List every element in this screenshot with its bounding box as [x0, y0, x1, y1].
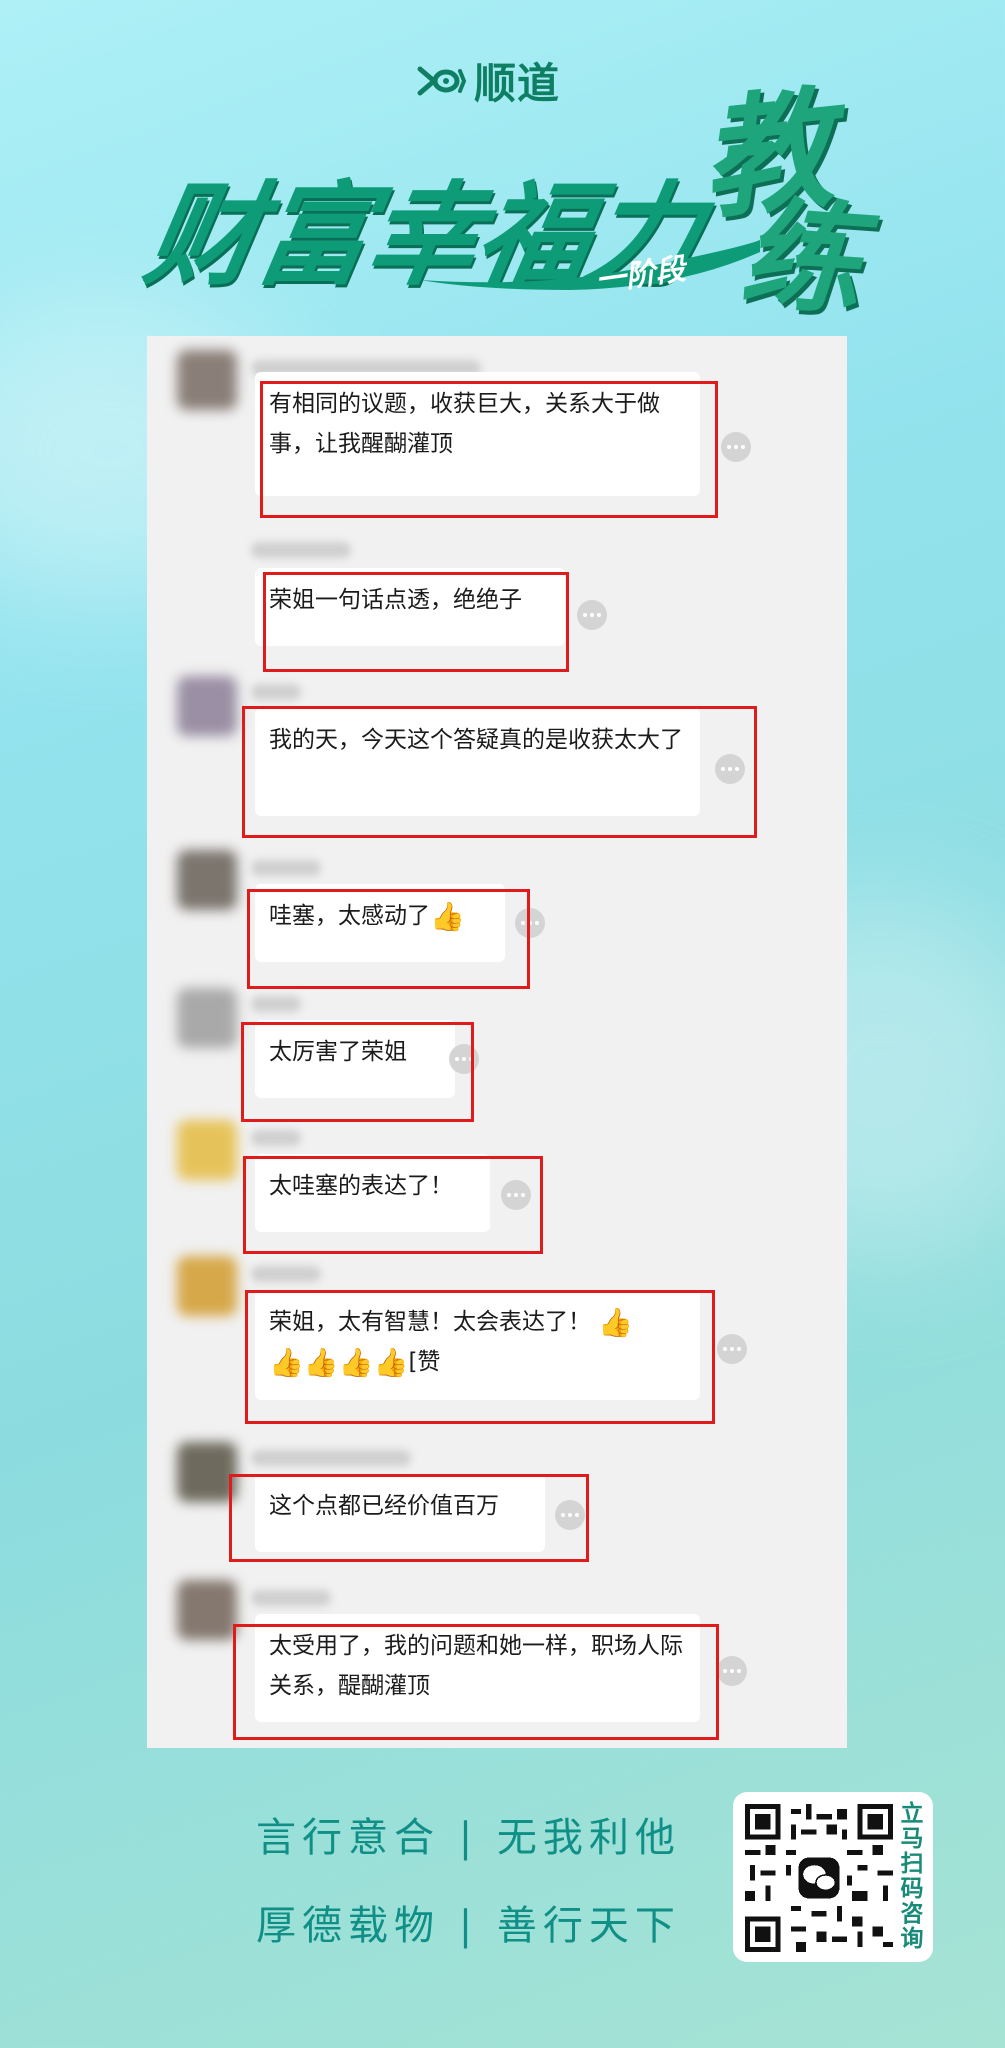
username-blurred [251, 996, 301, 1012]
username-blurred [251, 1590, 331, 1606]
highlight-box [263, 572, 569, 672]
more-icon[interactable] [717, 1656, 747, 1686]
username-blurred [251, 1450, 411, 1466]
username-blurred [251, 1266, 321, 1282]
highlight-box [233, 1624, 719, 1740]
slogan-2: 厚德载物 | 善行天下 [256, 1903, 681, 1949]
brand-name: 顺道 [474, 59, 561, 108]
avatar [177, 350, 237, 410]
avatar [177, 988, 237, 1048]
avatar [177, 1256, 237, 1316]
highlight-box [245, 1290, 715, 1424]
more-icon[interactable] [717, 1334, 747, 1364]
avatar [177, 1580, 237, 1640]
more-icon[interactable] [577, 600, 607, 630]
highlight-box [229, 1474, 589, 1562]
chat-screenshot-panel: 有相同的议题，收获巨大，关系大于做事，让我醒醐灌顶 荣姐一句话点透，绝绝子 我的… [147, 336, 847, 1748]
coach-char-2: 练 [736, 182, 867, 332]
highlight-box [241, 1022, 474, 1122]
brand: 顺道 [416, 50, 560, 111]
highlight-box [242, 706, 757, 838]
avatar [177, 1120, 237, 1180]
highlight-box [243, 1156, 543, 1254]
avatar [177, 850, 237, 910]
username-blurred [251, 684, 301, 700]
slogan-1: 言行意合 | 无我利他 [256, 1815, 681, 1861]
avatar [177, 1442, 237, 1502]
qr-card[interactable]: 立马扫码咨询 [733, 1792, 933, 1962]
highlight-box [247, 889, 530, 989]
username-blurred [251, 1130, 301, 1146]
avatar [177, 676, 237, 736]
brand-logo-icon [417, 66, 467, 95]
username-blurred [251, 542, 351, 558]
qr-label: 立马扫码咨询 [900, 1801, 924, 1952]
qr-code[interactable] [745, 1804, 893, 1952]
username-blurred [251, 860, 321, 876]
highlight-box [260, 381, 718, 518]
more-icon[interactable] [721, 432, 751, 462]
